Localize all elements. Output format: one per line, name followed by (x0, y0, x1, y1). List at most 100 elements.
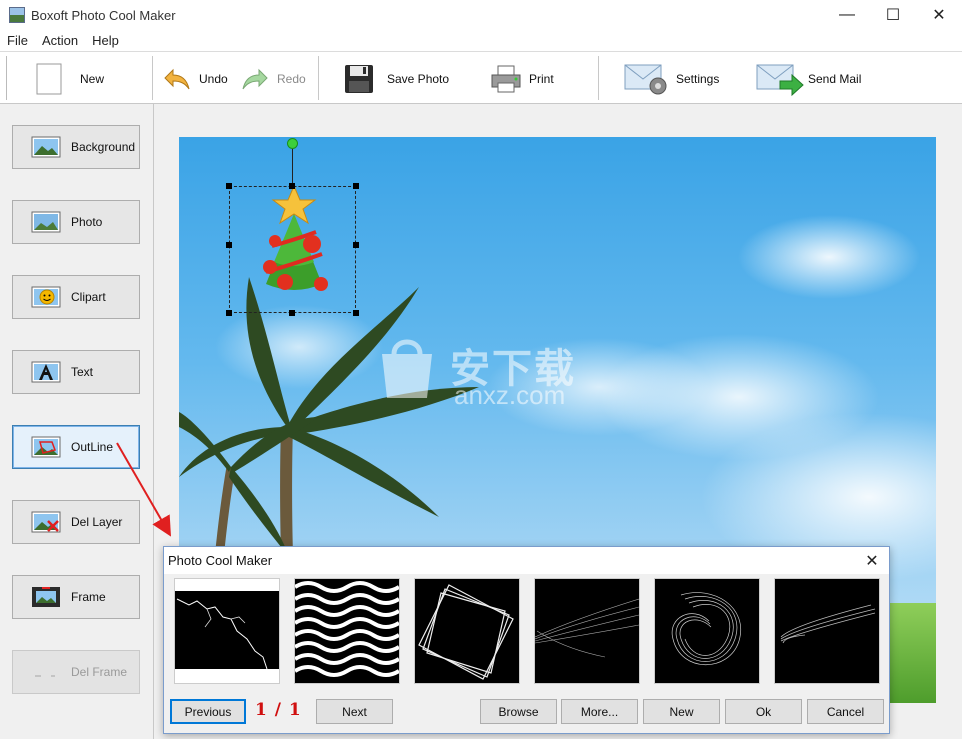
swirl-rings-outline-icon (671, 592, 741, 665)
tool-sidebar: Background Photo Clipart Text OutLine De… (0, 104, 154, 739)
new-document-icon (36, 63, 62, 95)
settings-button-label: Settings (676, 72, 720, 86)
resize-handle-sw[interactable] (226, 310, 232, 316)
lightning-outline-icon (175, 591, 279, 670)
save-photo-button[interactable]: Save Photo (343, 60, 449, 98)
toolbar-separator (598, 56, 599, 100)
undo-button[interactable]: Undo (163, 60, 228, 98)
resize-handle-ne[interactable] (353, 183, 359, 189)
frame-icon (32, 587, 60, 607)
title-bar: Boxoft Photo Cool Maker — ☐ ✕ (0, 0, 962, 30)
more-button[interactable]: More... (561, 699, 638, 724)
printer-icon (491, 65, 521, 93)
cancel-button[interactable]: Cancel (807, 699, 884, 724)
close-button[interactable]: ✕ (916, 0, 962, 30)
send-mail-icon (756, 64, 804, 97)
thumbnail-swirl-rings[interactable] (654, 578, 760, 684)
photo-icon (31, 211, 61, 233)
selection-box[interactable] (229, 186, 356, 313)
sidebar-item-label: Text (71, 365, 94, 379)
sidebar-item-clipart[interactable]: Clipart (12, 275, 140, 319)
thumbnail-lightning[interactable] (174, 578, 280, 684)
rotation-line (292, 149, 293, 186)
save-photo-button-label: Save Photo (387, 72, 450, 86)
wave-lines-outline-icon (295, 581, 399, 677)
sidebar-item-label: Frame (71, 590, 106, 604)
resize-handle-s[interactable] (289, 310, 295, 316)
browse-button[interactable]: Browse (480, 699, 557, 724)
settings-button[interactable]: Settings (624, 60, 719, 98)
floppy-disk-icon (345, 65, 373, 93)
sidebar-item-label: Clipart (71, 290, 106, 304)
sidebar-item-frame[interactable]: Frame (12, 575, 140, 619)
landscape-icon (31, 136, 61, 158)
outline-icon (31, 436, 61, 458)
toolbar-grip (6, 56, 8, 100)
next-button[interactable]: Next (316, 699, 393, 724)
rotate-handle[interactable] (287, 138, 298, 149)
thumbnail-sweep-curve[interactable] (774, 578, 880, 684)
ok-button[interactable]: Ok (725, 699, 802, 724)
sidebar-item-photo[interactable]: Photo (12, 200, 140, 244)
previous-button[interactable]: Previous (170, 699, 246, 724)
menu-help[interactable]: Help (85, 33, 126, 48)
new-button[interactable]: New (36, 60, 104, 98)
resize-handle-nw[interactable] (226, 183, 232, 189)
send-mail-button-label: Send Mail (808, 72, 862, 86)
menu-action[interactable]: Action (35, 33, 85, 48)
undo-button-label: Undo (199, 72, 228, 86)
watermark-bag-icon (382, 339, 432, 398)
menu-bar: File Action Help (0, 30, 962, 51)
watermark-english-text: anxz.com (454, 380, 566, 410)
dialog-close-button[interactable]: ✕ (861, 550, 883, 572)
print-button-label: Print (529, 72, 554, 86)
sidebar-item-label: OutLine (71, 440, 114, 454)
redo-button[interactable]: Redo (241, 60, 306, 98)
sidebar-item-del-frame[interactable]: Del Frame (12, 650, 140, 694)
redo-arrow-icon (242, 68, 268, 90)
menu-file[interactable]: File (0, 33, 35, 48)
page-indicator: 1 / 1 (255, 700, 302, 720)
thumbnail-waves[interactable] (294, 578, 400, 684)
delete-frame-icon (35, 675, 55, 677)
thumbnail-mesh-ribbon[interactable] (534, 578, 640, 684)
sidebar-item-label: Background (71, 140, 136, 154)
settings-gear-mail-icon (624, 64, 667, 95)
square-frame-outline-icon (418, 584, 514, 680)
mesh-ribbon-outline-icon (535, 598, 639, 658)
new-outline-button[interactable]: New (643, 699, 720, 724)
sidebar-item-del-layer[interactable]: Del Layer (12, 500, 140, 544)
resize-handle-w[interactable] (226, 242, 232, 248)
sidebar-item-background[interactable]: Background (12, 125, 140, 169)
text-a-icon (31, 361, 61, 383)
window-controls: — ☐ ✕ (824, 0, 962, 30)
thumbnail-square-frame[interactable] (414, 578, 520, 684)
sidebar-item-label: Del Layer (71, 515, 123, 529)
sidebar-item-label: Del Frame (71, 665, 128, 679)
resize-handle-e[interactable] (353, 242, 359, 248)
resize-handle-n[interactable] (289, 183, 295, 189)
undo-arrow-icon (164, 68, 190, 90)
toolbar-separator (152, 56, 153, 100)
sidebar-item-text[interactable]: Text (12, 350, 140, 394)
redo-button-label: Redo (277, 72, 306, 86)
toolbar: New Undo Redo Save Photo Print Settings … (0, 51, 962, 104)
new-button-label: New (80, 72, 105, 86)
minimize-button[interactable]: — (824, 0, 870, 30)
dialog-title: Photo Cool Maker (168, 553, 273, 568)
toolbar-separator (318, 56, 319, 100)
print-button[interactable]: Print (489, 60, 554, 98)
dialog-title-bar: Photo Cool Maker ✕ (164, 547, 889, 574)
sweep-curve-outline-icon (780, 604, 876, 644)
maximize-button[interactable]: ☐ (870, 0, 916, 30)
app-icon (9, 7, 25, 23)
outline-dialog: Photo Cool Maker ✕ Previous 1 / 1 Next B… (163, 546, 890, 734)
window-title: Boxoft Photo Cool Maker (31, 7, 176, 23)
sidebar-item-outline[interactable]: OutLine (12, 425, 140, 469)
delete-layer-icon (31, 511, 61, 533)
smiley-icon (31, 286, 61, 308)
resize-handle-se[interactable] (353, 310, 359, 316)
send-mail-button[interactable]: Send Mail (756, 60, 861, 98)
watermark: 安下载 anxz.com (372, 332, 612, 412)
sidebar-item-label: Photo (71, 215, 103, 229)
